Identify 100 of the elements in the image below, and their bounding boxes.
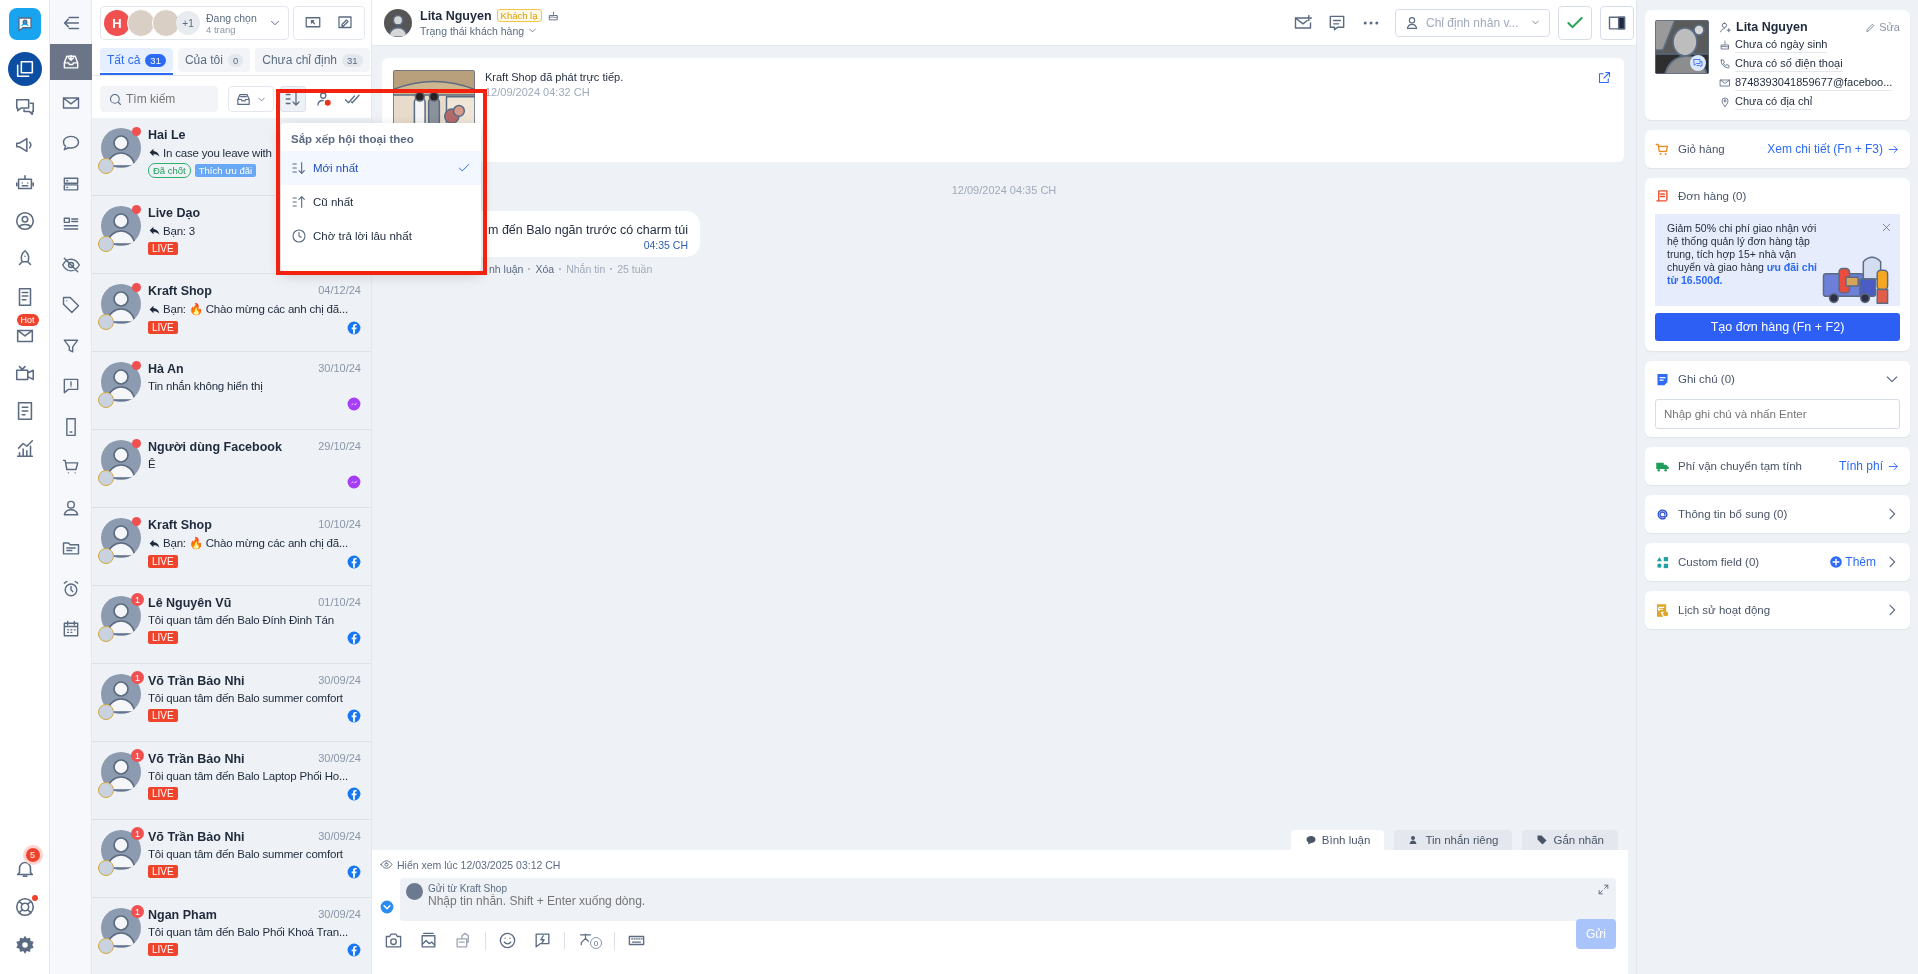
extra-info-card[interactable]: Thông tin bổ sung (0) bbox=[1645, 495, 1910, 533]
image-icon[interactable] bbox=[419, 931, 438, 950]
section-title: Custom field (0) bbox=[1678, 556, 1760, 568]
unread-count: 1 bbox=[131, 671, 144, 684]
profile-field[interactable]: Chưa có địa chỉ bbox=[1735, 94, 1813, 110]
unread-count: 1 bbox=[131, 905, 144, 918]
sort-option[interactable]: Mới nhất bbox=[281, 151, 481, 185]
profile-field[interactable]: 8748393041859677@faceboo... bbox=[1735, 75, 1893, 91]
conversation-date: 30/09/24 bbox=[318, 674, 361, 688]
message-time: 04:35 CH bbox=[643, 239, 688, 251]
message-input[interactable]: Nhập tin nhắn. Shift + Enter xuống dòng. bbox=[428, 894, 828, 908]
history-card[interactable]: Lịch sử hoạt động bbox=[1645, 591, 1910, 629]
conversation-item[interactable]: Hà An 30/10/24 Tin nhắn không hiển thị bbox=[92, 352, 371, 430]
message-action-link[interactable]: nh luận bbox=[489, 263, 524, 275]
create-order-button[interactable]: Tạo đơn hàng (Fn + F2) bbox=[1655, 313, 1900, 341]
user-icon bbox=[1404, 14, 1420, 31]
tag-icon bbox=[1536, 834, 1549, 846]
add-link[interactable]: Thêm bbox=[1829, 555, 1876, 569]
lifebuoy-icon[interactable] bbox=[13, 896, 36, 918]
message-meta: Nhắn tin bbox=[566, 263, 606, 275]
contact-name: Võ Trần Bảo Nhi bbox=[148, 674, 245, 688]
note-icon bbox=[1655, 371, 1670, 387]
eye-icon bbox=[380, 858, 393, 871]
unread-count: 1 bbox=[131, 593, 144, 606]
composer-tab[interactable]: Tin nhắn riêng bbox=[1394, 830, 1513, 850]
section-title: Phí vận chuyển tạm tính bbox=[1678, 460, 1803, 472]
conversation-item[interactable]: 1 Ngan Pham 30/09/24 Tôi quan tâm đến Balo Phối Khoá Tran... LIVE bbox=[92, 898, 371, 974]
conversation-item[interactable]: 1 Võ Trần Bảo Nhi 30/09/24 Tôi quan tâm đến Balo summer comfort LIVE bbox=[92, 820, 371, 898]
page-avatar bbox=[98, 392, 114, 408]
list-tab[interactable]: Của tôi 0 bbox=[177, 48, 251, 72]
external-link-icon[interactable] bbox=[1597, 70, 1612, 85]
clock-icon bbox=[291, 228, 307, 244]
unread-count: 1 bbox=[131, 827, 144, 840]
search-field[interactable]: Tìm kiếm bbox=[100, 86, 218, 112]
inbox-filter-dropdown[interactable] bbox=[228, 86, 274, 112]
contact-name: Võ Trần Bảo Nhi bbox=[148, 752, 245, 766]
facebook-icon bbox=[347, 554, 361, 569]
mail-icon bbox=[1719, 77, 1731, 89]
emoji-icon[interactable] bbox=[498, 931, 517, 950]
assigned-user-icon[interactable] bbox=[314, 90, 333, 108]
live-badge: LIVE bbox=[148, 787, 178, 800]
plus-circle-icon bbox=[1829, 555, 1844, 569]
note-field[interactable]: Nhập ghi chú và nhấn Enter bbox=[1655, 399, 1900, 429]
resolve-button[interactable] bbox=[1558, 5, 1592, 40]
avatar bbox=[101, 440, 141, 480]
message-action-link[interactable]: Xóa bbox=[535, 263, 555, 275]
side-panel-button[interactable] bbox=[1600, 5, 1634, 40]
conversation-date: 04/12/24 bbox=[318, 284, 361, 298]
facebook-icon bbox=[347, 786, 361, 801]
conversation-item[interactable]: Người dùng Facebook 29/10/24 Ê bbox=[92, 430, 371, 508]
composer-tab[interactable]: Gắn nhãn bbox=[1522, 830, 1618, 850]
user-link-icon bbox=[1719, 20, 1732, 34]
page-avatar bbox=[127, 9, 155, 37]
profile-field[interactable]: Chưa có ngày sinh bbox=[1735, 37, 1828, 53]
cake-icon bbox=[1719, 39, 1731, 51]
conversation-date: 30/09/24 bbox=[318, 908, 361, 922]
cart-icon bbox=[60, 457, 81, 477]
close-icon[interactable] bbox=[1881, 222, 1892, 233]
customer-status-dropdown[interactable]: Trạng thái khách hàng bbox=[420, 24, 560, 37]
flow-button[interactable]: 0 bbox=[577, 932, 602, 949]
message-preview: Tin nhắn không hiển thị bbox=[148, 380, 263, 392]
list-tab[interactable]: Chưa chỉ định 31 bbox=[255, 48, 370, 72]
shapes-icon bbox=[1655, 554, 1670, 570]
chevron-circle-icon[interactable] bbox=[380, 899, 394, 914]
avatar bbox=[101, 518, 141, 558]
nav-button[interactable] bbox=[49, 44, 92, 80]
phone-icon bbox=[1719, 58, 1731, 70]
unread-count: 1 bbox=[131, 749, 144, 762]
conversation-date: 29/10/24 bbox=[318, 440, 361, 454]
live-badge: LIVE bbox=[148, 943, 178, 956]
message-preview: Bạn: 3 bbox=[163, 224, 196, 237]
message-preview: Tôi quan tâm đến Balo Laptop Phối Ho... bbox=[148, 770, 348, 782]
selector-sublabel: 4 trang bbox=[206, 23, 236, 35]
camera-icon[interactable] bbox=[384, 931, 403, 950]
conversation-item[interactable]: 1 Võ Trần Bảo Nhi 30/09/24 Tôi quan tâm đến Balo Laptop Phối Ho... LIVE bbox=[92, 742, 371, 820]
notification-count: 5 bbox=[25, 848, 40, 862]
expand-icon[interactable] bbox=[1597, 883, 1610, 896]
page-selector[interactable]: H +1 Đang chọn 4 trang bbox=[100, 6, 289, 40]
hot-badge: Hot bbox=[16, 314, 39, 326]
cart-detail-link[interactable]: Xem chi tiết (Fn + F3) bbox=[1767, 142, 1900, 156]
app-logo-icon[interactable] bbox=[8, 8, 41, 40]
calculate-fee-link[interactable]: Tính phí bbox=[1838, 459, 1900, 473]
list-tab[interactable]: Tất cả 31 bbox=[100, 48, 173, 72]
profile-field[interactable]: Chưa có số điện thoại bbox=[1735, 56, 1843, 72]
live-badge: LIVE bbox=[148, 555, 178, 568]
seen-status: Hiển xem lúc 12/03/2025 03:12 CH bbox=[397, 858, 561, 871]
settings-icon[interactable] bbox=[13, 934, 36, 956]
rail-button[interactable] bbox=[7, 52, 42, 86]
conversation-item[interactable]: Kraft Shop 04/12/24 Bạn: 🔥 Chào mừng các anh chị đã... LIVE bbox=[92, 274, 371, 352]
quick-reply-icon[interactable] bbox=[533, 931, 552, 950]
contact-avatar bbox=[384, 8, 412, 37]
location-pin-icon bbox=[1719, 96, 1731, 108]
conversation-item[interactable]: Kraft Shop 10/10/24 Bạn: 🔥 Chào mừng các anh chị đã... LIVE bbox=[92, 508, 371, 586]
extra-pages-count: +1 bbox=[176, 11, 200, 35]
conversation-item[interactable]: 1 Võ Trần Bảo Nhi 30/09/24 Tôi quan tâm đến Balo summer comfort LIVE bbox=[92, 664, 371, 742]
page-avatar bbox=[152, 9, 180, 37]
composer-tab[interactable]: Bình luận bbox=[1290, 830, 1385, 850]
facebook-icon bbox=[347, 942, 361, 957]
conversation-item[interactable]: 1 Lê Nguyên Vũ 01/10/24 Tôi quan tâm đến Balo Đính Đinh Tán LIVE bbox=[92, 586, 371, 664]
page-avatar bbox=[98, 158, 114, 174]
